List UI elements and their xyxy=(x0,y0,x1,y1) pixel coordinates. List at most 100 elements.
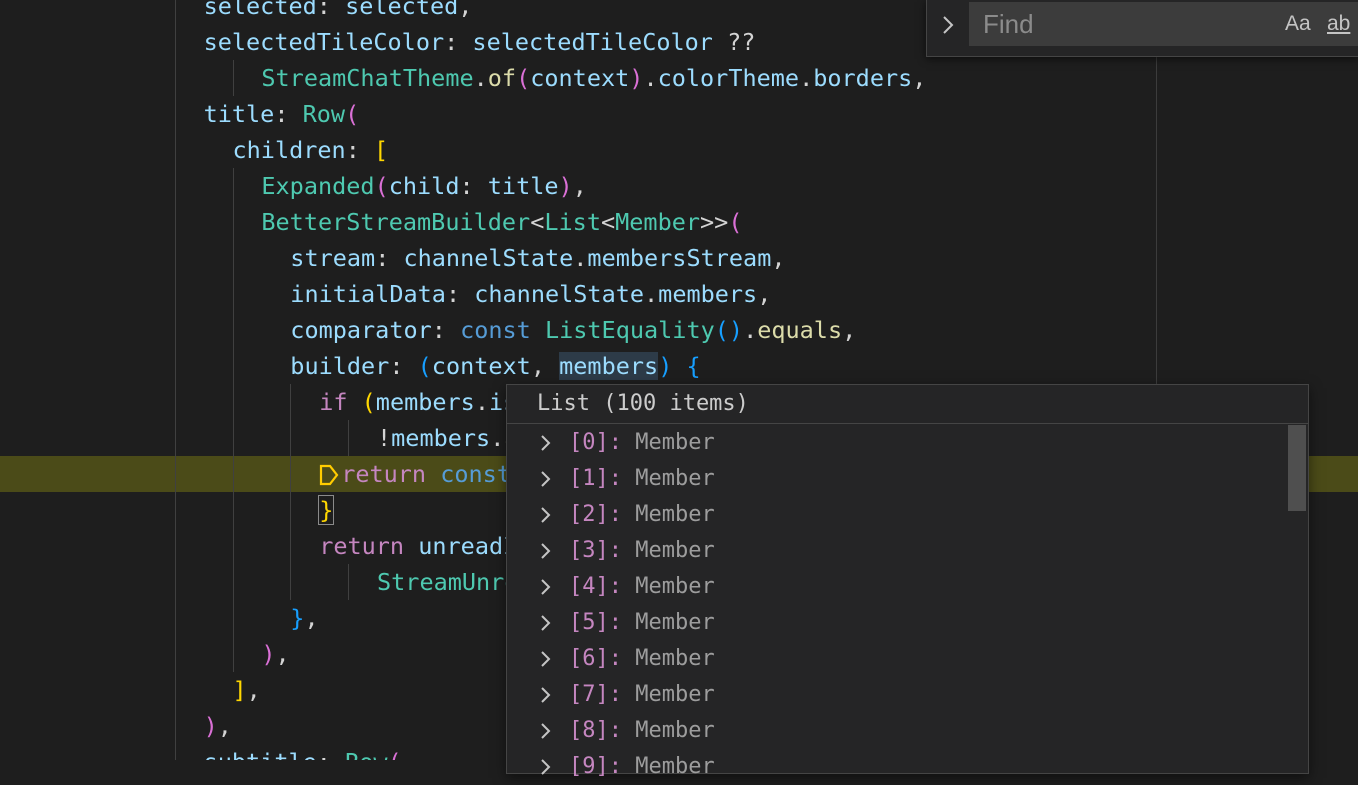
find-replace-toggle-button[interactable] xyxy=(933,0,963,50)
code-text: Expanded(child: title), xyxy=(261,168,586,204)
code-token: channelState xyxy=(403,244,574,272)
indent-guide xyxy=(174,204,176,240)
tree-item[interactable]: [2]: Member xyxy=(507,497,1290,533)
code-token: , xyxy=(771,244,786,272)
chevron-right-icon[interactable] xyxy=(537,650,555,668)
code-token: >> xyxy=(700,208,729,236)
indent-guide xyxy=(174,492,176,528)
chevron-right-icon[interactable] xyxy=(537,506,555,524)
code-token: . xyxy=(474,388,489,416)
indent-guide xyxy=(174,600,176,636)
tree-item-type: Member xyxy=(635,682,715,707)
chevron-right-icon[interactable] xyxy=(537,686,555,704)
code-token: if xyxy=(319,388,362,416)
code-token: title xyxy=(487,172,559,200)
chevron-right-icon[interactable] xyxy=(537,542,555,560)
code-text: BetterStreamBuilder<List<Member>>( xyxy=(261,204,742,240)
code-line: comparator: const ListEquality().equals, xyxy=(0,312,1358,348)
tree-item-label: [6]: Member xyxy=(569,641,715,677)
code-token: borders xyxy=(813,64,913,92)
tree-item-type: Member xyxy=(635,466,715,491)
code-token: , xyxy=(572,172,587,200)
editor-ruler xyxy=(1156,0,1157,384)
debug-breakpoint-arrow-icon xyxy=(320,464,339,486)
debug-hover-widget: List (100 items) [0]: Member [1]: Member[… xyxy=(506,384,1309,779)
hover-scrollbar-thumb[interactable] xyxy=(1288,425,1306,511)
code-token: . xyxy=(490,424,505,452)
chevron-right-icon[interactable] xyxy=(537,434,555,452)
tree-item[interactable]: [3]: Member xyxy=(507,533,1290,569)
indent-guide xyxy=(174,636,176,672)
match-case-toggle[interactable]: Aa xyxy=(1285,10,1311,38)
code-token: ( xyxy=(516,64,531,92)
code-token: : xyxy=(316,0,346,20)
code-text: selected: selected, xyxy=(204,0,473,24)
code-token: initialData xyxy=(290,280,446,308)
code-token: , xyxy=(304,604,319,632)
code-token: < xyxy=(600,208,616,236)
tree-item-separator: : xyxy=(608,754,636,779)
code-token: of xyxy=(487,64,517,92)
chevron-right-icon[interactable] xyxy=(537,578,555,596)
code-token: : xyxy=(389,352,418,380)
tree-item-separator: : xyxy=(608,538,636,563)
code-token: { xyxy=(686,352,701,380)
code-text: builder: (context, members) { xyxy=(290,348,701,384)
tree-item[interactable]: [1]: Member xyxy=(507,461,1290,497)
tree-item[interactable]: [4]: Member xyxy=(507,569,1290,605)
indent-guide xyxy=(174,0,176,24)
chevron-right-icon[interactable] xyxy=(537,470,555,488)
indent-guide xyxy=(174,312,176,348)
chevron-right-icon[interactable] xyxy=(537,722,555,740)
code-token: channelState xyxy=(474,280,645,308)
code-token: : xyxy=(459,172,488,200)
find-widget: Aa ab xyxy=(926,0,1358,57)
tree-item-index: [7] xyxy=(569,682,609,707)
code-token: selectedTileColor xyxy=(472,28,713,56)
code-token: . xyxy=(643,64,658,92)
tree-item-separator: : xyxy=(608,646,636,671)
code-token: , xyxy=(912,64,927,92)
tree-item[interactable]: [7]: Member xyxy=(507,677,1290,713)
code-token: BetterStreamBuilder xyxy=(261,208,531,236)
code-token: membersStream xyxy=(587,244,772,272)
tree-item[interactable]: [0]: Member xyxy=(507,425,1290,461)
code-token: context xyxy=(530,64,630,92)
code-token: selected xyxy=(203,0,317,20)
code-token: } xyxy=(318,495,335,525)
code-token: , xyxy=(246,676,261,704)
tree-item-type: Member xyxy=(635,610,715,635)
indent-guide xyxy=(232,312,234,348)
code-token: Expanded xyxy=(261,172,375,200)
tree-item-separator: : xyxy=(608,430,636,455)
indent-guide xyxy=(290,492,292,528)
code-line: stream: channelState.membersStream, xyxy=(0,240,1358,276)
code-token: Row xyxy=(302,100,346,128)
code-token: ) xyxy=(728,316,744,344)
tree-item-separator: : xyxy=(608,466,636,491)
tree-item[interactable]: [5]: Member xyxy=(507,605,1290,641)
code-token: , xyxy=(757,280,772,308)
code-token: members xyxy=(559,352,659,380)
indent-guide xyxy=(290,456,292,492)
indent-guide xyxy=(232,276,234,312)
indent-guide xyxy=(232,492,234,528)
chevron-right-icon[interactable] xyxy=(537,758,555,776)
code-token: ( xyxy=(714,316,729,344)
code-text: StreamChatTheme.of(context).colorTheme.b… xyxy=(261,60,926,96)
tree-item[interactable]: [8]: Member xyxy=(507,713,1290,749)
indent-guide xyxy=(232,456,234,492)
tree-item[interactable]: [9]: Member xyxy=(507,749,1290,785)
indent-guide xyxy=(290,528,292,564)
code-token: members xyxy=(658,280,758,308)
chevron-right-icon[interactable] xyxy=(537,614,555,632)
code-token: ) xyxy=(558,172,573,200)
code-token: , xyxy=(458,0,473,20)
chevron-right-icon xyxy=(943,16,954,34)
indent-guide xyxy=(174,276,176,312)
code-token: colorTheme xyxy=(657,64,800,92)
tree-item[interactable]: [6]: Member xyxy=(507,641,1290,677)
match-whole-word-toggle[interactable]: ab xyxy=(1327,10,1350,38)
indent-guide xyxy=(174,564,176,600)
indent-guide xyxy=(232,420,234,456)
